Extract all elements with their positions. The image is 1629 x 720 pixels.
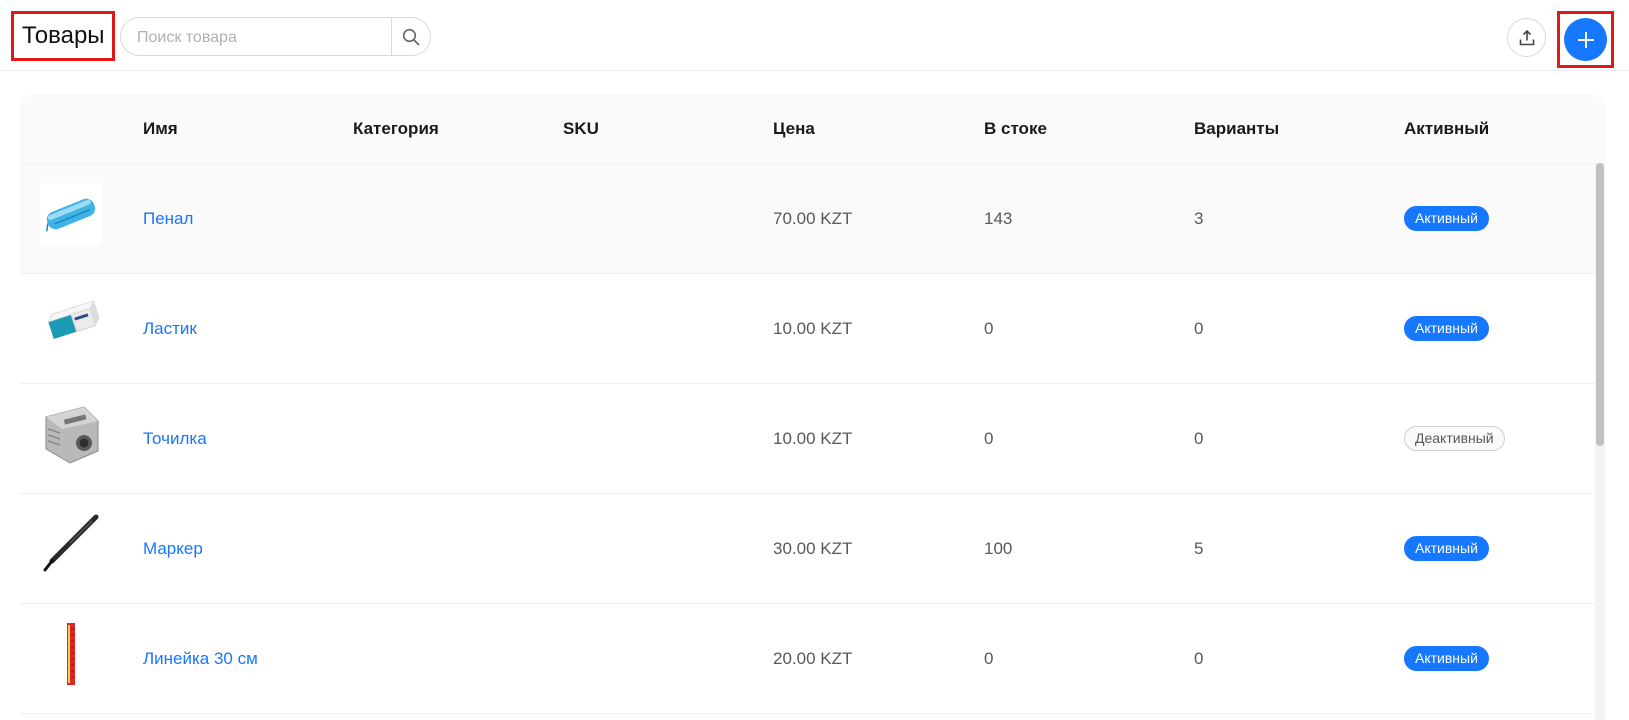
search-box[interactable] [120,17,431,56]
status-badge: Деактивный [1404,426,1505,451]
product-stock: 0 [984,649,994,668]
column-header-active[interactable]: Активный [1404,94,1489,163]
pencil-case-image [40,183,102,245]
product-price: 30.00 KZT [773,539,853,558]
product-name-link[interactable]: Ластик [143,274,197,383]
upload-icon [1519,29,1534,45]
product-name-link[interactable]: Точилка [143,384,207,493]
table-header: Имя Категория SKU Цена В стоке Варианты … [20,94,1605,164]
product-name-link[interactable]: Линейка 30 см [143,604,258,713]
search-icon [402,28,420,45]
product-stock: 0 [984,429,994,448]
product-price: 10.00 KZT [773,319,853,338]
add-product-button[interactable] [1564,18,1607,61]
product-variants: 5 [1194,539,1204,558]
page-header: Товары [0,0,1629,71]
table-row[interactable]: Ластик 10.00 KZT 0 0 Активный [20,274,1595,384]
column-header-stock[interactable]: В стоке [984,94,1047,163]
column-header-category[interactable]: Категория [353,94,439,163]
column-header-name[interactable]: Имя [143,94,178,163]
product-variants: 0 [1194,429,1204,448]
scrollbar-thumb[interactable] [1596,163,1604,446]
status-badge: Активный [1404,536,1489,561]
products-table: Имя Категория SKU Цена В стоке Варианты … [20,94,1605,720]
product-stock: 0 [984,319,994,338]
search-button[interactable] [391,18,430,55]
product-price: 10.00 KZT [773,429,853,448]
table-scrollbar[interactable] [1595,163,1605,720]
plus-icon [1577,31,1594,48]
product-price: 20.00 KZT [773,649,853,668]
table-row[interactable]: Линейка 30 см 20.00 KZT 0 0 Активный [20,604,1595,714]
product-variants: 0 [1194,319,1204,338]
product-stock: 143 [984,209,1013,228]
eraser-image [47,300,100,340]
status-badge: Активный [1404,646,1489,671]
table-row[interactable]: Маркер 30.00 KZT 100 5 Активный [20,494,1595,604]
export-button[interactable] [1507,18,1546,57]
add-button-highlight [1557,11,1614,68]
column-header-variants[interactable]: Варианты [1194,94,1279,163]
column-header-sku[interactable]: SKU [563,94,599,163]
search-input[interactable] [135,26,394,49]
product-variants: 0 [1194,649,1204,668]
product-variants: 3 [1194,209,1204,228]
table-row[interactable]: Точилка 10.00 KZT 0 0 Деактивный [20,384,1595,494]
marker-image [43,514,99,572]
sharpener-image [45,406,99,464]
product-name-link[interactable]: Маркер [143,494,203,603]
product-stock: 100 [984,539,1013,558]
ruler-image [67,623,75,685]
table-row[interactable]: Пенал 70.00 KZT 143 3 Активный [20,164,1595,274]
page-title: Товары [11,11,115,61]
status-badge: Активный [1404,316,1489,341]
product-price: 70.00 KZT [773,209,853,228]
product-name-link[interactable]: Пенал [143,164,193,273]
status-badge: Активный [1404,206,1489,231]
column-header-price[interactable]: Цена [773,94,815,163]
